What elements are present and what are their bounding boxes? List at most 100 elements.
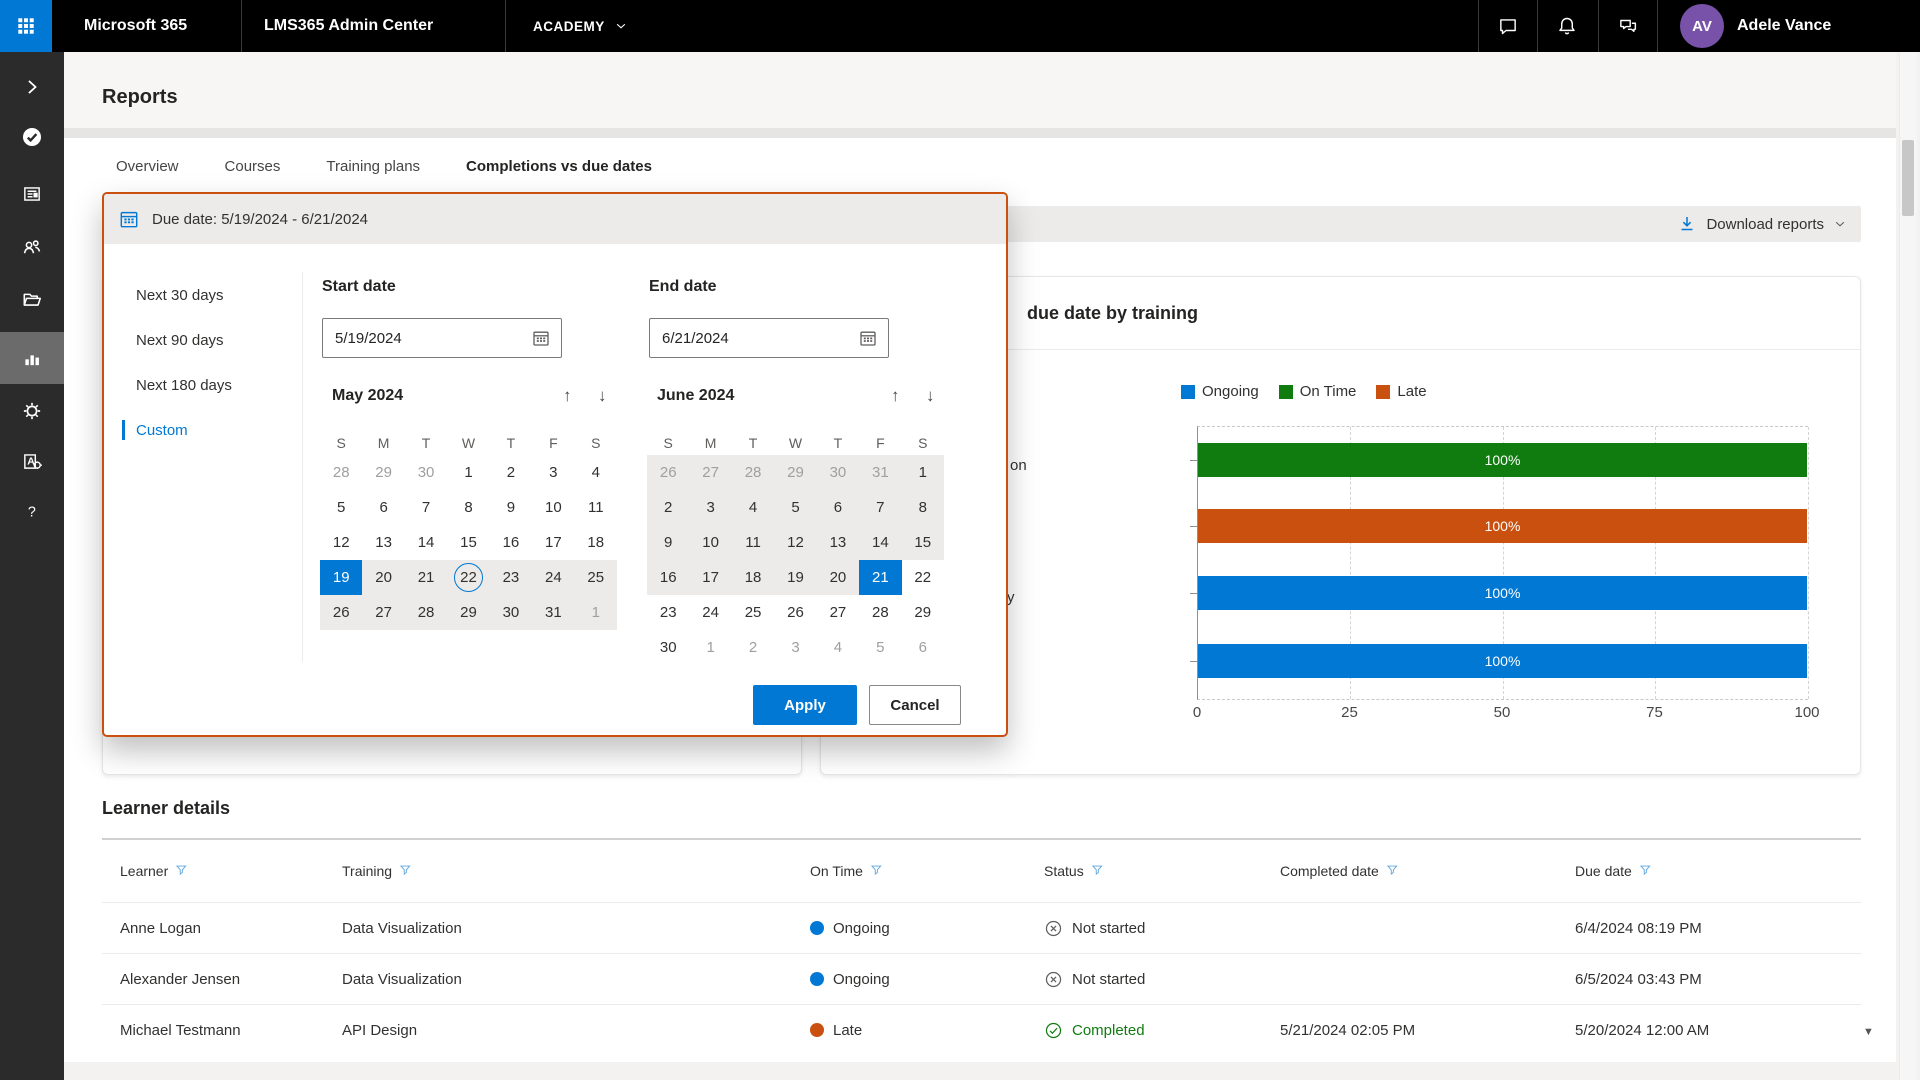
calendar-day[interactable]: 20 bbox=[817, 560, 859, 595]
calendar-day[interactable]: 17 bbox=[532, 525, 574, 560]
calendar-day[interactable]: 15 bbox=[447, 525, 489, 560]
column-header-status[interactable]: Status bbox=[1044, 863, 1280, 879]
calendar-day[interactable]: 1 bbox=[902, 455, 944, 490]
calendar-day[interactable]: 19 bbox=[774, 560, 816, 595]
preset-custom[interactable]: Custom bbox=[136, 419, 188, 441]
chat-button[interactable] bbox=[1478, 0, 1538, 52]
calendar-day[interactable]: 17 bbox=[689, 560, 731, 595]
calendar-day[interactable]: 29 bbox=[902, 595, 944, 630]
next-month-arrow[interactable]: ↓ bbox=[598, 386, 607, 406]
legend-item-on-time[interactable]: On Time bbox=[1279, 383, 1357, 400]
calendar-day[interactable]: 7 bbox=[405, 490, 447, 525]
calendar-day[interactable]: 22 bbox=[902, 560, 944, 595]
calendar-day[interactable]: 28 bbox=[405, 595, 447, 630]
user-name[interactable]: Adele Vance bbox=[1737, 0, 1831, 52]
calendar-day[interactable]: 1 bbox=[689, 630, 731, 665]
calendar-day[interactable]: 27 bbox=[817, 595, 859, 630]
tab-overview[interactable]: Overview bbox=[116, 158, 179, 175]
tab-courses[interactable]: Courses bbox=[225, 158, 281, 175]
calendar-day[interactable]: 3 bbox=[689, 490, 731, 525]
calendar-day[interactable]: 24 bbox=[689, 595, 731, 630]
calendar-day[interactable]: 5 bbox=[774, 490, 816, 525]
calendar-day[interactable]: 2 bbox=[490, 455, 532, 490]
notifications-button[interactable] bbox=[1537, 0, 1597, 52]
legend-item-late[interactable]: Late bbox=[1376, 383, 1426, 400]
calendar-day[interactable]: 10 bbox=[532, 490, 574, 525]
calendar-day[interactable]: 13 bbox=[817, 525, 859, 560]
calendar-day[interactable]: 29 bbox=[362, 455, 404, 490]
calendar-day[interactable]: 25 bbox=[575, 560, 617, 595]
calendar-day[interactable]: 14 bbox=[859, 525, 901, 560]
preset-next-90-days[interactable]: Next 90 days bbox=[136, 329, 224, 351]
calendar-day[interactable]: 4 bbox=[817, 630, 859, 665]
due-date-filter-header[interactable]: Due date: 5/19/2024 - 6/21/2024 bbox=[104, 194, 1006, 244]
sidebar-item-news[interactable] bbox=[0, 169, 64, 219]
calendar-day-selected[interactable]: 21 bbox=[859, 560, 901, 595]
calendar-day[interactable]: 12 bbox=[774, 525, 816, 560]
calendar-day[interactable]: 31 bbox=[859, 455, 901, 490]
calendar-day[interactable]: 23 bbox=[490, 560, 532, 595]
scroll-down-arrow[interactable]: ▼ bbox=[1863, 1026, 1874, 1038]
calendar-day[interactable]: 18 bbox=[732, 560, 774, 595]
calendar-day[interactable]: 30 bbox=[490, 595, 532, 630]
calendar-day[interactable]: 1 bbox=[447, 455, 489, 490]
sidebar-item-admin-a[interactable]: A bbox=[0, 436, 64, 486]
calendar-day[interactable]: 25 bbox=[732, 595, 774, 630]
calendar-day[interactable]: 11 bbox=[575, 490, 617, 525]
calendar-icon[interactable] bbox=[531, 328, 551, 348]
calendar-icon[interactable] bbox=[858, 328, 878, 348]
column-header-due-date[interactable]: Due date bbox=[1575, 863, 1861, 879]
column-header-learner[interactable]: Learner bbox=[120, 863, 342, 879]
tab-completions-vs-due-dates[interactable]: Completions vs due dates bbox=[466, 158, 652, 175]
column-header-completed-date[interactable]: Completed date bbox=[1280, 863, 1575, 879]
preset-next-30-days[interactable]: Next 30 days bbox=[136, 284, 224, 306]
calendar-day[interactable]: 28 bbox=[320, 455, 362, 490]
calendar-day[interactable]: 26 bbox=[320, 595, 362, 630]
sidebar-item-chevron-right[interactable] bbox=[0, 62, 64, 112]
avatar[interactable]: AV bbox=[1680, 4, 1724, 48]
calendar-day[interactable]: 4 bbox=[575, 455, 617, 490]
filter-funnel-icon[interactable] bbox=[1639, 864, 1653, 878]
calendar-day[interactable]: 9 bbox=[647, 525, 689, 560]
calendar-day[interactable]: 28 bbox=[732, 455, 774, 490]
sidebar-item-check-circle[interactable] bbox=[0, 112, 64, 162]
scrollbar-thumb[interactable] bbox=[1902, 140, 1914, 216]
calendar-day[interactable]: 7 bbox=[859, 490, 901, 525]
tenant-selector[interactable]: ACADEMY bbox=[533, 0, 628, 52]
filter-funnel-icon[interactable] bbox=[870, 864, 884, 878]
calendar-day[interactable]: 5 bbox=[320, 490, 362, 525]
next-month-arrow[interactable]: ↓ bbox=[926, 386, 935, 406]
calendar-day[interactable]: 16 bbox=[490, 525, 532, 560]
calendar-day[interactable]: 5 bbox=[859, 630, 901, 665]
calendar-day[interactable]: 30 bbox=[405, 455, 447, 490]
calendar-day[interactable]: 21 bbox=[405, 560, 447, 595]
calendar-day[interactable]: 30 bbox=[817, 455, 859, 490]
cancel-button[interactable]: Cancel bbox=[869, 685, 961, 725]
calendar-day[interactable]: 18 bbox=[575, 525, 617, 560]
calendar-day[interactable]: 16 bbox=[647, 560, 689, 595]
calendar-day[interactable]: 8 bbox=[902, 490, 944, 525]
calendar-day[interactable]: 26 bbox=[774, 595, 816, 630]
download-reports-button[interactable]: Download reports bbox=[1677, 214, 1847, 234]
filter-funnel-icon[interactable] bbox=[1386, 864, 1400, 878]
preset-next-180-days[interactable]: Next 180 days bbox=[136, 374, 232, 396]
apply-button[interactable]: Apply bbox=[753, 685, 857, 725]
prev-month-arrow[interactable]: ↑ bbox=[563, 386, 572, 406]
calendar-day[interactable]: 6 bbox=[817, 490, 859, 525]
calendar-day-selected[interactable]: 19 bbox=[320, 560, 362, 595]
tab-training-plans[interactable]: Training plans bbox=[326, 158, 420, 175]
calendar-day[interactable]: 20 bbox=[362, 560, 404, 595]
calendar-day[interactable]: 27 bbox=[362, 595, 404, 630]
calendar-day[interactable]: 6 bbox=[362, 490, 404, 525]
filter-funnel-icon[interactable] bbox=[175, 864, 189, 878]
prev-month-arrow[interactable]: ↑ bbox=[891, 386, 900, 406]
filter-funnel-icon[interactable] bbox=[1091, 864, 1105, 878]
calendar-day[interactable]: 24 bbox=[532, 560, 574, 595]
column-header-training[interactable]: Training bbox=[342, 863, 810, 879]
calendar-day[interactable]: 6 bbox=[902, 630, 944, 665]
calendar-day[interactable]: 29 bbox=[774, 455, 816, 490]
end-date-input[interactable]: 6/21/2024 bbox=[649, 318, 889, 358]
feedback-button[interactable] bbox=[1598, 0, 1658, 52]
calendar-day[interactable]: 14 bbox=[405, 525, 447, 560]
calendar-day[interactable]: 3 bbox=[774, 630, 816, 665]
